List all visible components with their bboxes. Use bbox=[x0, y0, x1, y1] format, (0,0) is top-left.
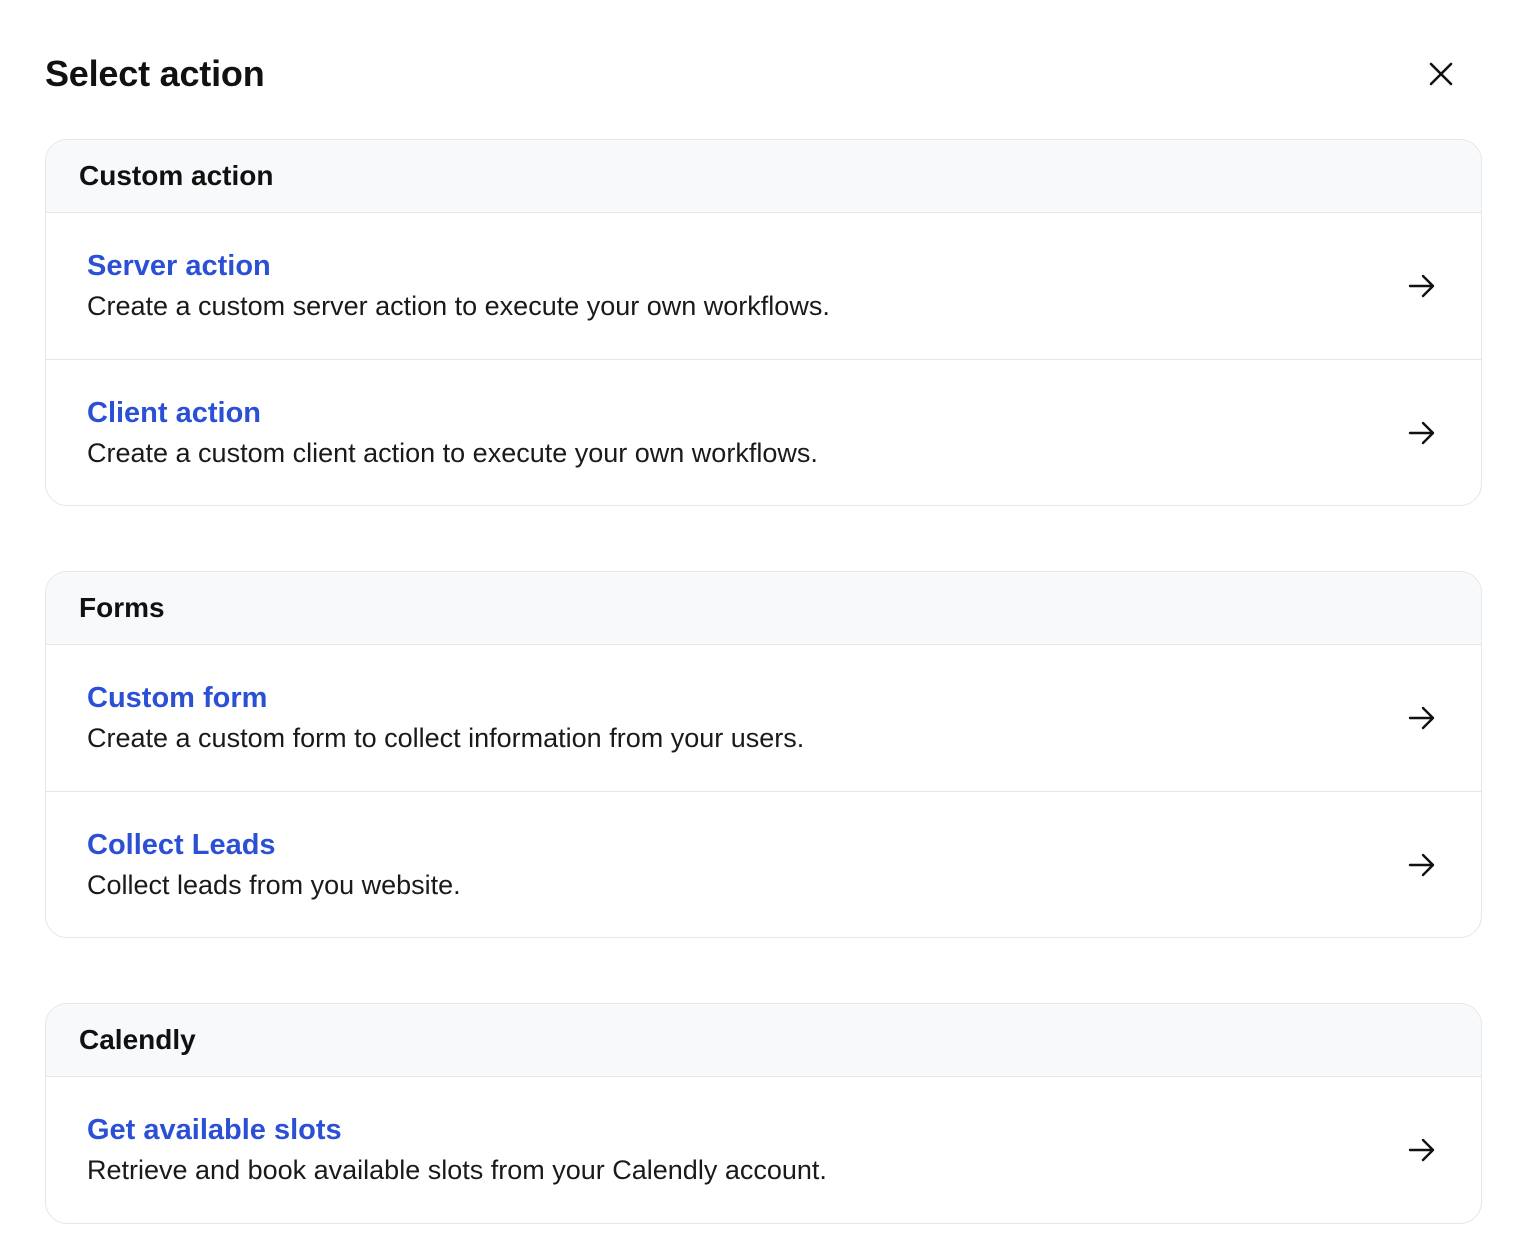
close-button[interactable] bbox=[1425, 58, 1457, 90]
action-server-action[interactable]: Server action Create a custom server act… bbox=[46, 213, 1481, 359]
section-header: Forms bbox=[46, 572, 1481, 645]
section-custom-action: Custom action Server action Create a cus… bbox=[45, 139, 1482, 506]
action-description: Retrieve and book available slots from y… bbox=[87, 1155, 827, 1185]
action-title[interactable]: Collect Leads bbox=[87, 825, 1481, 865]
close-icon bbox=[1429, 62, 1453, 86]
section-title: Forms bbox=[79, 592, 165, 623]
action-client-action[interactable]: Client action Create a custom client act… bbox=[46, 359, 1481, 505]
action-description: Create a custom client action to execute… bbox=[87, 437, 818, 468]
arrow-right-icon[interactable] bbox=[1407, 850, 1437, 880]
arrow-right-icon[interactable] bbox=[1407, 1135, 1437, 1165]
action-description: Create a custom server action to execute… bbox=[87, 291, 830, 321]
arrow-right-icon[interactable] bbox=[1407, 418, 1437, 448]
action-title[interactable]: Client action bbox=[87, 393, 1481, 433]
section-calendly: Calendly Get available slots Retrieve an… bbox=[45, 1003, 1482, 1224]
action-description: Create a custom form to collect informat… bbox=[87, 723, 805, 753]
section-header: Calendly bbox=[46, 1004, 1481, 1077]
action-custom-form[interactable]: Custom form Create a custom form to coll… bbox=[46, 645, 1481, 791]
action-title[interactable]: Get available slots bbox=[87, 1110, 1481, 1150]
dialog-title: Select action bbox=[45, 53, 265, 94]
action-collect-leads[interactable]: Collect Leads Collect leads from you web… bbox=[46, 791, 1481, 937]
arrow-right-icon[interactable] bbox=[1407, 271, 1437, 301]
action-description: Collect leads from you website. bbox=[87, 869, 461, 900]
action-title[interactable]: Custom form bbox=[87, 678, 1481, 718]
section-header: Custom action bbox=[46, 140, 1481, 213]
section-title: Custom action bbox=[79, 160, 274, 191]
arrow-right-icon[interactable] bbox=[1407, 703, 1437, 733]
section-title: Calendly bbox=[79, 1024, 196, 1055]
action-get-available-slots[interactable]: Get available slots Retrieve and book av… bbox=[46, 1077, 1481, 1223]
section-forms: Forms Custom form Create a custom form t… bbox=[45, 571, 1482, 938]
action-title[interactable]: Server action bbox=[87, 246, 1481, 286]
dialog-header: Select action bbox=[45, 52, 1483, 96]
